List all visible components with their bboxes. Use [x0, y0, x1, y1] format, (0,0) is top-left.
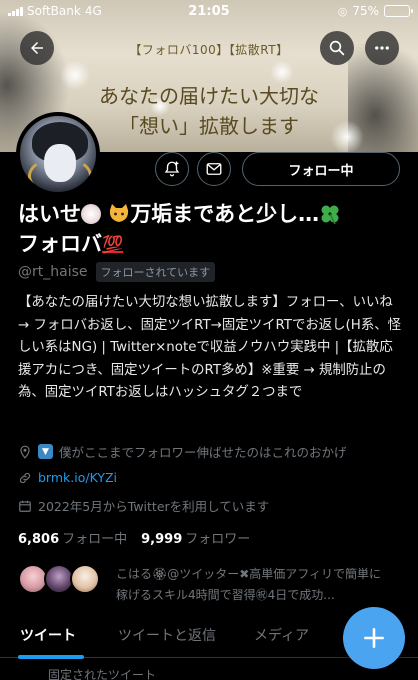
joined-text: 2022年5月からTwitterを利用しています — [38, 499, 270, 514]
profile-location: ▼ 僕がここまでフォロワー伸ばせたのはこれのおかげ — [18, 442, 347, 461]
follows-you-badge: フォローされています — [95, 262, 216, 282]
handle-row: @rt_haise フォローされています — [18, 262, 216, 282]
following-count-link[interactable]: 6,806 フォロー中 — [18, 528, 127, 547]
avatar[interactable] — [16, 112, 100, 196]
status-bar: SoftBank 4G 21:05 ◎ 75% — [0, 0, 418, 22]
message-button[interactable] — [197, 152, 231, 186]
display-name-part: 万垢まであと少し… — [130, 202, 320, 226]
search-button[interactable] — [320, 31, 354, 65]
location-pin-icon — [20, 445, 30, 459]
plus-icon — [364, 628, 384, 648]
tab-tweets-and-replies[interactable]: ツイートと返信 — [118, 625, 216, 645]
arrow-left-icon — [31, 42, 43, 54]
calendar-icon — [19, 500, 31, 512]
notifications-button[interactable] — [155, 152, 189, 186]
profile-joined-date: 2022年5月からTwitterを利用しています — [18, 496, 269, 515]
avatar-chain — [28, 156, 92, 192]
pinned-tweet-label: 固定されたツイート — [48, 668, 157, 680]
hundred-emoji-icon: 💯 — [102, 235, 124, 255]
back-button[interactable] — [20, 31, 54, 65]
clock: 21:05 — [188, 3, 230, 19]
profile-bio: 【あなたの届けたい大切な想い拡散します】フォロー、いいね → フォロバお返し、固… — [18, 295, 401, 400]
display-name: はいせ🏵 🐱 万垢まであと少し… 🍀 フォロバ💯 — [18, 199, 408, 260]
followers-count-link[interactable]: 9,999 フォロワー — [141, 528, 250, 547]
mutual-followers-text: こはる🏵@ツイッター✖高単価アフィリで簡単に稼げるスキル4時間で習得㊗4日で成功… — [116, 567, 382, 602]
display-name-part: フォロバ — [18, 232, 102, 256]
cat-emoji-icon: 🐱 — [108, 202, 130, 222]
link-url[interactable]: brmk.io/KYZi — [38, 470, 117, 485]
profile-link[interactable]: brmk.io/KYZi — [18, 470, 117, 485]
envelope-icon — [206, 163, 222, 175]
tab-media[interactable]: メディア — [254, 625, 309, 645]
down-arrow-emoji-icon: ▼ — [38, 444, 53, 459]
compose-tweet-button[interactable] — [343, 607, 405, 669]
battery-icon — [384, 5, 413, 17]
following-button[interactable]: フォロー中 — [242, 152, 400, 186]
followers-count: 9,999 — [141, 532, 183, 547]
mutual-followers[interactable]: こはる🏵@ツイッター✖高単価アフィリで簡単に稼げるスキル4時間で習得㊗4日で成功… — [18, 564, 386, 606]
clover-emoji-icon: 🍀 — [319, 203, 341, 225]
avatar — [70, 564, 100, 594]
more-horizontal-icon — [375, 46, 389, 50]
search-icon — [329, 40, 345, 56]
banner-headline: あなたの届けたい大切な — [99, 84, 319, 108]
following-label: フォロー中 — [62, 532, 128, 547]
more-button[interactable] — [365, 31, 399, 65]
banner-tag: 【フォロバ100】【拡散RT】 — [129, 43, 289, 57]
tab-tweets[interactable]: ツイート — [20, 625, 76, 645]
location-text: 僕がここまでフォロワー伸ばせたのはこれのおかげ — [59, 445, 347, 460]
link-icon — [19, 472, 31, 483]
follow-counts: 6,806 フォロー中 9,999 フォロワー — [18, 528, 250, 547]
bell-plus-icon — [164, 161, 180, 177]
flower-emoji-icon: 🏵 — [81, 204, 101, 224]
display-name-part: はいせ — [18, 202, 81, 226]
username-handle: @rt_haise — [18, 264, 88, 280]
following-count: 6,806 — [18, 532, 60, 547]
followers-label: フォロワー — [185, 532, 251, 547]
active-tab-indicator — [18, 655, 84, 659]
